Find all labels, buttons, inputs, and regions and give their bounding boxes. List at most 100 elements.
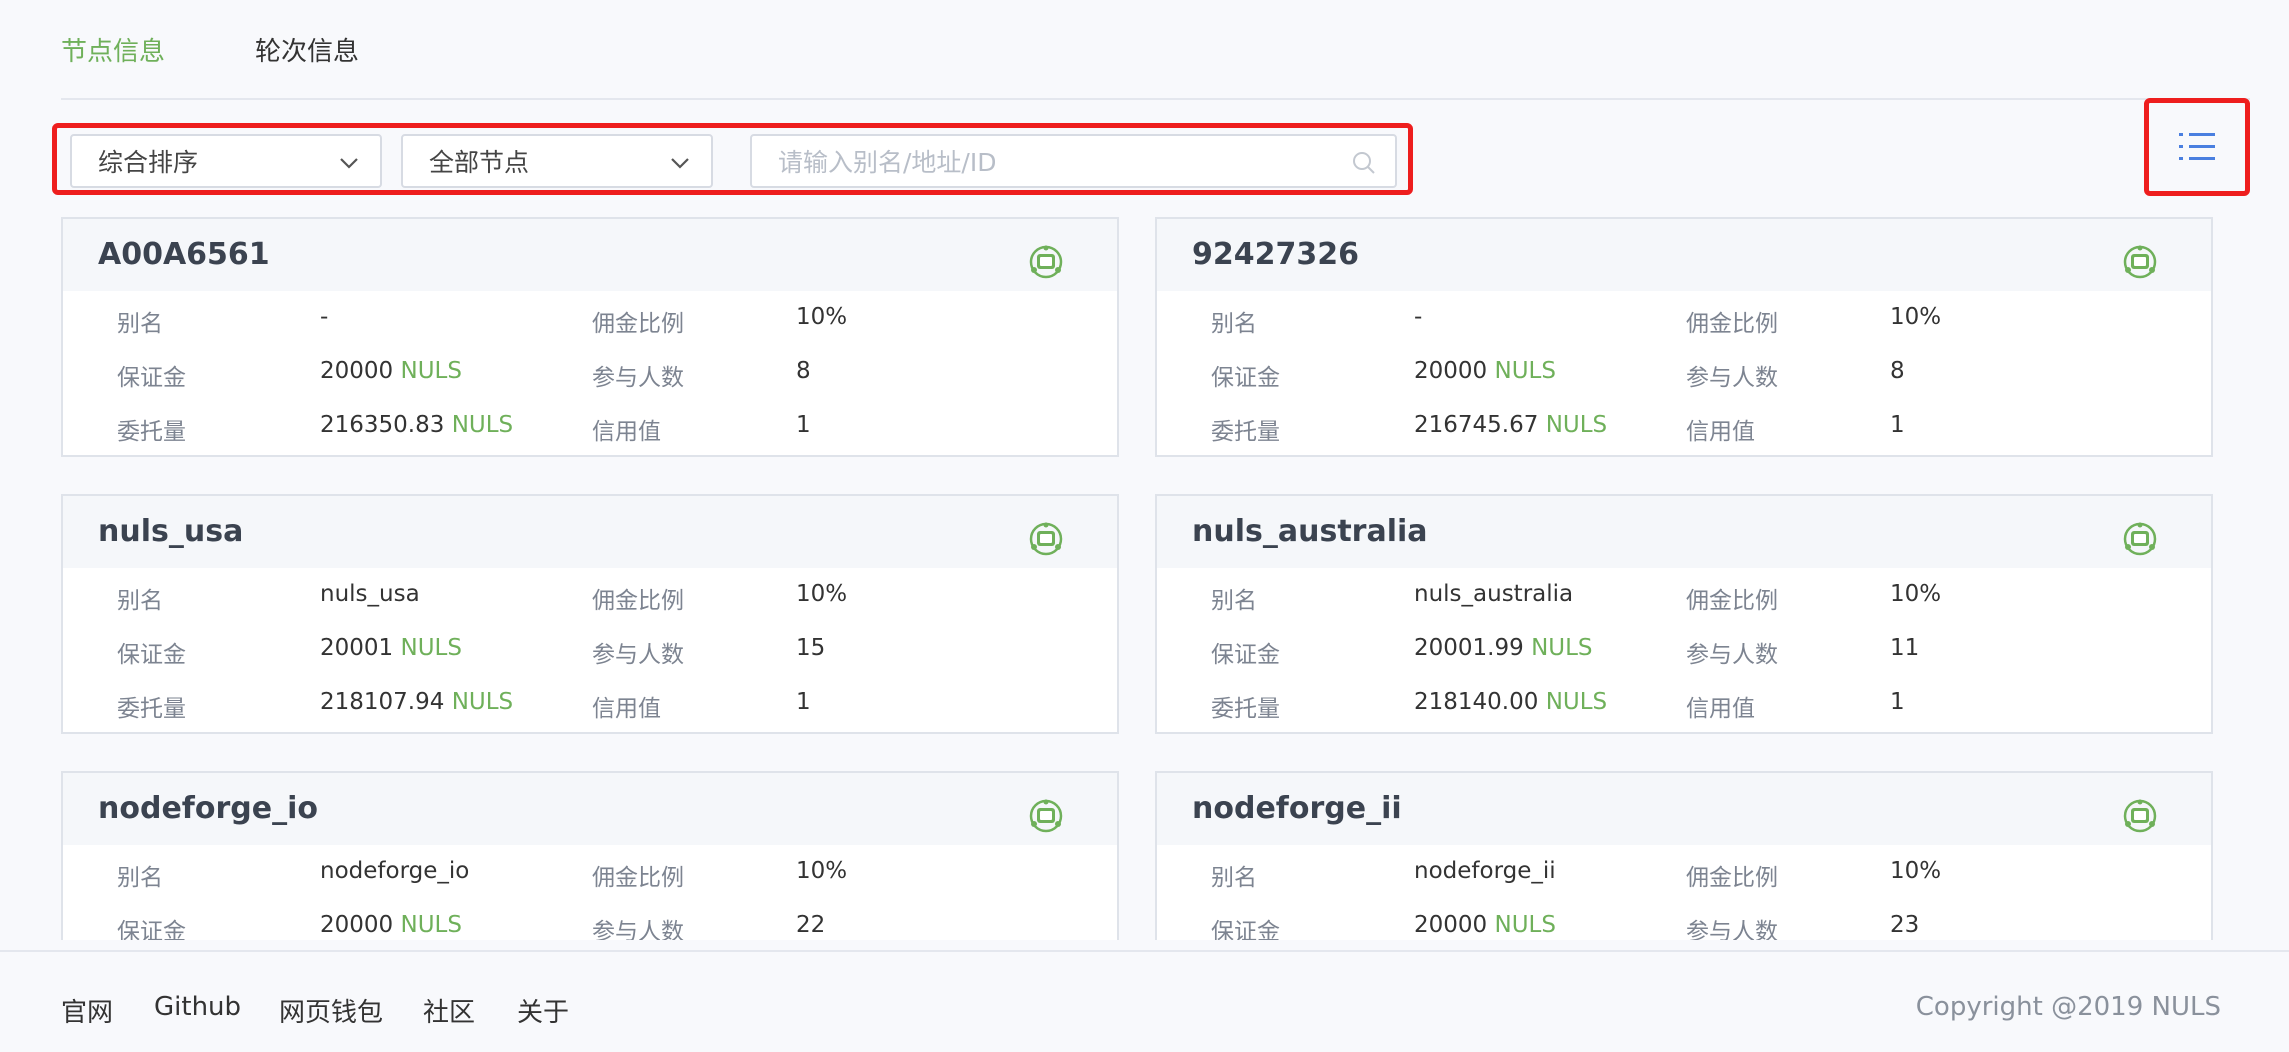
field-number: 216350.83 [320,412,445,438]
field-value: 22 [796,912,826,938]
field-label: 委托量 [1211,696,1280,722]
field-label: 佣金比例 [592,865,684,891]
field-label: 佣金比例 [1686,311,1778,337]
field-label: 参与人数 [1686,642,1778,668]
card-header: nodeforge_ii [1157,773,2211,845]
field-value: nodeforge_io [320,858,469,884]
robot-icon [1029,522,1063,556]
field-label: 别名 [117,588,163,614]
footer-link-about[interactable]: 关于 [517,992,569,1029]
field-label: 信用值 [592,696,661,722]
field-number: 20000 [320,358,394,384]
field-value: 1 [1890,689,1905,715]
field-number: 216745.67 [1414,412,1539,438]
field-value: 23 [1890,912,1920,938]
field-label: 别名 [1211,311,1257,337]
field-value: 8 [796,358,811,384]
field-value: 10% [796,858,848,884]
field-number: nodeforge_io [320,858,470,884]
field-label: 保证金 [1211,365,1280,391]
robot-icon [1029,799,1063,833]
node-id[interactable]: nodeforge_io [98,791,318,826]
footer: 官网 Github 网页钱包 社区 关于 Copyright @2019 NUL… [0,950,2289,1052]
field-label: 佣金比例 [592,588,684,614]
field-value: 10% [1890,858,1942,884]
unit-label: NULS [1494,912,1556,938]
field-number: 20001 [320,635,394,661]
node-card[interactable]: nuls_usa 别名 nuls_usa 佣金比例 10% 保证金 20001 NULS 参与… [61,494,1119,734]
unit-label: NULS [400,635,462,661]
unit-label: NULS [400,358,462,384]
node-type-select-value: 全部节点 [429,148,530,177]
field-value: 10% [796,581,848,607]
info-row: 别名 nuls_australia 佣金比例 10% [1157,581,2211,621]
field-value: - [1414,304,1422,330]
node-type-select[interactable]: 全部节点 [401,134,713,188]
field-number: 20000 [320,912,394,938]
field-value: 15 [796,635,826,661]
node-card[interactable]: A00A6561 别名 - 佣金比例 10% 保证金 20000 NULS 参与人数 8 委托量 2… [61,217,1119,457]
field-value: - [320,304,328,330]
field-label: 委托量 [117,696,186,722]
node-card[interactable]: 92427326 别名 - 佣金比例 10% 保证金 20000 NULS 参与人数 8 委托量 2… [1155,217,2213,457]
search-box [750,134,1397,188]
field-label: 佣金比例 [1686,588,1778,614]
unit-label: NULS [400,912,462,938]
chevron-down-icon [340,158,358,169]
node-id[interactable]: nodeforge_ii [1192,791,1402,826]
node-id[interactable]: nuls_australia [1192,514,1428,549]
card-header: nuls_usa [63,496,1117,568]
field-label: 保证金 [1211,642,1280,668]
card-header: 92427326 [1157,219,2211,291]
node-id[interactable]: 92427326 [1192,237,1359,272]
sort-select[interactable]: 综合排序 [70,134,382,188]
field-number: 218107.94 [320,689,445,715]
robot-icon [2123,522,2157,556]
field-value: 11 [1890,635,1920,661]
field-value: 1 [1890,412,1905,438]
search-input[interactable] [778,142,1338,182]
field-value: 20000 NULS [1414,912,1556,938]
tab-round-info[interactable]: 轮次信息 [255,31,359,68]
unit-label: NULS [1545,412,1608,438]
footer-link-web-wallet[interactable]: 网页钱包 [279,992,383,1029]
footer-link-github[interactable]: Github [154,992,241,1022]
robot-icon [2123,245,2157,279]
node-id[interactable]: A00A6561 [98,237,270,272]
info-row: 保证金 20001 NULS 参与人数 15 [63,635,1117,675]
search-icon[interactable] [1351,150,1377,176]
field-label: 别名 [117,311,163,337]
footer-link-official[interactable]: 官网 [61,992,113,1029]
sort-select-value: 综合排序 [98,148,199,177]
field-label: 参与人数 [1686,365,1778,391]
field-label: 信用值 [592,419,661,445]
field-value: nuls_australia [1414,581,1573,607]
footer-link-community[interactable]: 社区 [423,992,475,1029]
field-number: 218140.00 [1414,689,1539,715]
unit-label: NULS [1494,358,1556,384]
field-value: 20000 NULS [1414,358,1556,384]
field-value: 216745.67 NULS [1414,412,1607,438]
field-value: 10% [796,304,848,330]
field-value: 20001 NULS [320,635,462,661]
field-label: 参与人数 [592,642,684,668]
info-row: 委托量 218107.94 NULS 信用值 1 [63,689,1117,729]
field-value: 20000 NULS [320,358,462,384]
field-value: nuls_usa [320,581,420,607]
field-value: 10% [1890,304,1942,330]
field-label: 别名 [117,865,163,891]
info-row: 保证金 20001.99 NULS 参与人数 11 [1157,635,2211,675]
info-row: 保证金 20000 NULS 参与人数 8 [63,358,1117,398]
unit-label: NULS [1531,635,1593,661]
tab-node-info[interactable]: 节点信息 [61,31,165,68]
info-row: 别名 nodeforge_ii 佣金比例 10% [1157,858,2211,898]
scroll-edge [0,940,2289,950]
unit-label: NULS [1545,689,1608,715]
view-toggle-button[interactable] [2144,98,2250,196]
field-value: 216350.83 NULS [320,412,513,438]
unit-label: NULS [451,412,514,438]
field-label: 信用值 [1686,419,1755,445]
node-card[interactable]: nuls_australia 别名 nuls_australia 佣金比例 10% 保证金… [1155,494,2213,734]
node-id[interactable]: nuls_usa [98,514,243,549]
field-number: nuls_australia [1414,581,1574,607]
